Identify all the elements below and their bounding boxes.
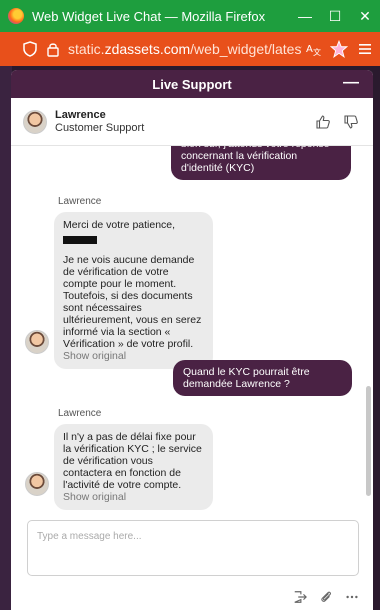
chat-log[interactable]: bien sûr, j'attends votre réponse concer… — [11, 146, 373, 516]
shield-icon[interactable] — [22, 41, 38, 57]
agent-message-greeting: Merci de votre patience, — [63, 219, 176, 231]
agent-sender-label: Lawrence — [58, 196, 102, 207]
user-message: bien sûr, j'attends votre réponse concer… — [171, 146, 351, 180]
rating-controls — [315, 114, 359, 130]
window-title: Web Widget Live Chat — Mozilla Firefox — [32, 8, 266, 24]
svg-text:A: A — [306, 44, 313, 55]
lock-icon[interactable] — [46, 41, 60, 57]
url-prefix: static. — [68, 41, 105, 57]
user-message: Quand le KYC pourrait être demandée Lawr… — [173, 360, 352, 396]
show-original-link[interactable]: Show original — [63, 491, 126, 503]
agent-role: Customer Support — [55, 121, 145, 134]
agent-info-bar: Lawrence Customer Support — [11, 98, 373, 146]
agent-meta: Lawrence Customer Support — [55, 109, 144, 135]
agent-message-body: Je ne vois aucune demande de vérificatio… — [63, 254, 202, 350]
agent-message: Il n'y a pas de délai fixe pour la vérif… — [54, 424, 213, 510]
attachment-icon[interactable] — [319, 590, 333, 604]
message-input[interactable]: Type a message here... — [27, 520, 359, 576]
chat-scrollbar-thumb[interactable] — [366, 386, 371, 496]
window-titlebar: Web Widget Live Chat — Mozilla Firefox —… — [0, 0, 380, 32]
agent-avatar — [23, 109, 47, 134]
agent-message-avatar — [25, 330, 49, 354]
maximize-window-button[interactable]: ☐ — [320, 0, 350, 32]
close-window-button[interactable]: ✕ — [350, 0, 380, 32]
menu-icon[interactable] — [354, 38, 376, 60]
widget-title: Live Support — [152, 76, 232, 92]
thumbs-down-icon[interactable] — [343, 114, 359, 130]
minimize-widget-button[interactable]: — — [343, 74, 359, 92]
agent-message-body: Il n'y a pas de délai fixe pour la vérif… — [63, 431, 202, 491]
agent-name: Lawrence — [55, 108, 106, 121]
url-domain: zdassets.com — [104, 41, 191, 57]
extension-icon[interactable] — [328, 38, 350, 60]
firefox-logo-icon — [8, 8, 24, 24]
thumbs-up-icon[interactable] — [315, 114, 331, 130]
chat-widget: Live Support — Lawrence Customer Support… — [11, 70, 373, 610]
agent-message: Merci de votre patience, Je ne vois aucu… — [54, 212, 213, 369]
agent-message-avatar — [25, 472, 49, 496]
end-chat-icon[interactable] — [293, 590, 307, 604]
url-text[interactable]: static.zdassets.com/web_widget/latest/ — [68, 41, 302, 57]
address-bar[interactable]: static.zdassets.com/web_widget/latest/ A… — [0, 32, 380, 66]
widget-header: Live Support — — [11, 70, 373, 98]
minimize-window-button[interactable]: — — [290, 0, 320, 32]
more-icon[interactable] — [345, 590, 359, 604]
composer-actions — [293, 590, 359, 604]
agent-sender-label: Lawrence — [58, 408, 102, 419]
message-input-placeholder: Type a message here... — [37, 531, 142, 542]
url-path: /web_widget/latest/ — [190, 41, 302, 57]
redacted-text — [63, 236, 97, 245]
show-original-link[interactable]: Show original — [63, 350, 126, 362]
chat-scrollbar[interactable] — [366, 146, 371, 516]
svg-text:文: 文 — [313, 47, 321, 57]
translate-icon[interactable]: A文 — [302, 38, 324, 60]
